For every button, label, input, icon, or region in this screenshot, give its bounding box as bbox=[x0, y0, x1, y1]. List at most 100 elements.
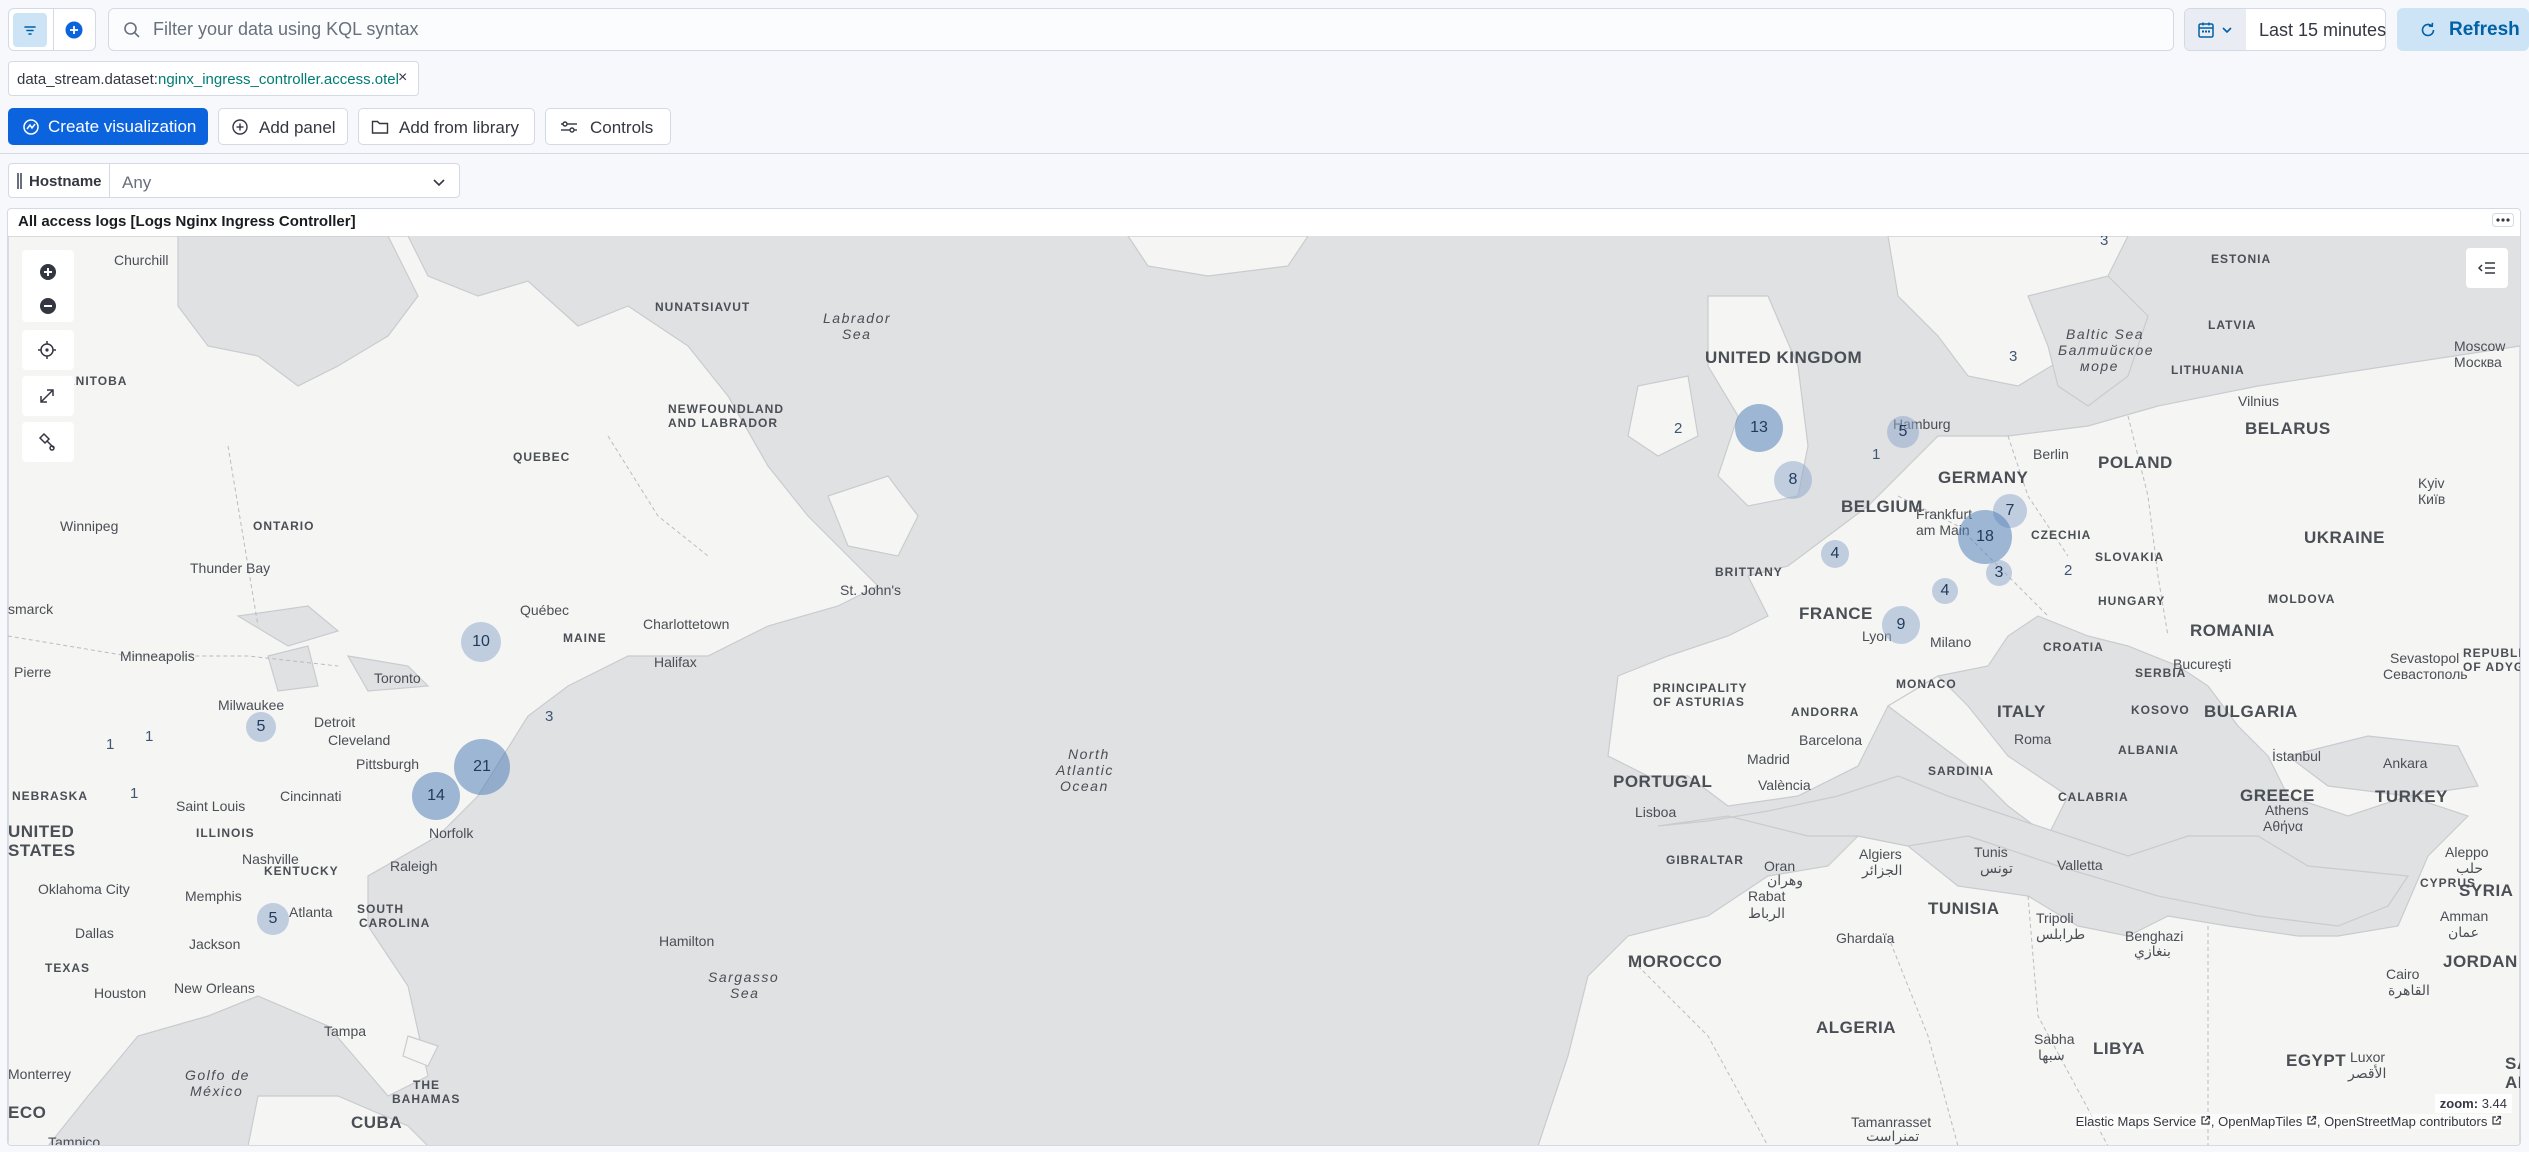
draw-tool-button[interactable] bbox=[22, 422, 74, 462]
external-link-icon bbox=[2492, 1115, 2502, 1125]
add-panel-button[interactable]: Add panel bbox=[218, 108, 348, 145]
quick-select-button[interactable] bbox=[2185, 9, 2246, 50]
map-label: Halifax bbox=[654, 654, 697, 670]
cluster-marker[interactable]: 3 bbox=[545, 708, 553, 725]
filter-actions-group bbox=[8, 8, 96, 51]
map-label: JORDAN bbox=[2443, 952, 2518, 971]
visualize-icon bbox=[23, 119, 39, 135]
zoom-value: 3.44 bbox=[2481, 1096, 2507, 1111]
map-label: Sabha bbox=[2034, 1031, 2075, 1047]
add-from-library-label: Add from library bbox=[399, 118, 519, 137]
map-label: Roma bbox=[2014, 731, 2052, 747]
map-attribution: Elastic Maps Service , OpenMapTiles , Op… bbox=[2075, 1114, 2502, 1129]
map-label: SARDINIA bbox=[1928, 764, 1995, 778]
map-label: PRINCIPALITY bbox=[1653, 681, 1748, 695]
cluster-marker[interactable]: 3 bbox=[1986, 560, 2012, 586]
hostname-select[interactable]: Any bbox=[109, 164, 459, 197]
cluster-marker[interactable]: 9 bbox=[1882, 606, 1920, 644]
map-label: Αθήνα bbox=[2263, 818, 2304, 834]
map-label: Cairo bbox=[2386, 966, 2420, 982]
refresh-button[interactable]: Refresh bbox=[2397, 8, 2529, 51]
map-label: Charlottetown bbox=[643, 616, 730, 632]
attribution-link[interactable]: OpenMapTiles bbox=[2218, 1114, 2302, 1129]
map-label: MAINE bbox=[563, 631, 607, 645]
map-label: Hamilton bbox=[659, 933, 715, 949]
map-label: Vilnius bbox=[2238, 393, 2279, 409]
filter-menu-button[interactable] bbox=[13, 13, 47, 47]
cluster-marker[interactable]: 3 bbox=[2100, 236, 2108, 249]
hostname-control-label: Hostname bbox=[29, 173, 102, 190]
controls-label: Controls bbox=[590, 118, 654, 137]
draw-icon bbox=[38, 432, 55, 451]
fullscreen-button[interactable] bbox=[22, 376, 74, 416]
map-label: UNITED bbox=[8, 822, 75, 841]
map-canvas[interactable]: NUNATSIAVUT NEWFOUNDLAND AND LABRADOR QU… bbox=[8, 236, 2520, 1145]
map-label: BULGARIA bbox=[2204, 702, 2298, 721]
map-label: OF ASTURIAS bbox=[1653, 695, 1745, 709]
filter-icon bbox=[24, 26, 36, 35]
map-label: CZECHIA bbox=[2031, 528, 2092, 542]
add-from-library-button[interactable]: Add from library bbox=[358, 108, 535, 145]
cluster-marker[interactable]: 1 bbox=[145, 728, 153, 745]
map-label: smarck bbox=[8, 601, 54, 617]
attribution-link[interactable]: Elastic Maps Service bbox=[2076, 1114, 2197, 1129]
map-label: Tampa bbox=[324, 1023, 367, 1039]
map-label: تمنراست bbox=[1866, 1128, 1920, 1144]
add-filter-button[interactable] bbox=[57, 13, 91, 47]
cluster-marker[interactable]: 4 bbox=[1821, 540, 1849, 568]
map-label: Москва bbox=[2454, 354, 2502, 370]
map-label: Pittsburgh bbox=[356, 756, 420, 772]
cluster-marker[interactable]: 5 bbox=[257, 903, 289, 935]
date-range-label[interactable]: Last 15 minutes bbox=[2259, 20, 2386, 41]
cluster-marker[interactable]: 10 bbox=[461, 622, 501, 662]
map-label: BRITTANY bbox=[1715, 565, 1783, 579]
cluster-marker[interactable]: 3 bbox=[2009, 348, 2017, 365]
map-label: València bbox=[1758, 777, 1811, 793]
fit-to-data-button[interactable] bbox=[22, 330, 74, 370]
query-bar: Last 15 minutes Refresh bbox=[8, 8, 2529, 51]
cluster-marker[interactable]: 1 bbox=[130, 785, 138, 802]
cluster-marker[interactable]: 14 bbox=[412, 772, 460, 820]
filter-field: data_stream.dataset: bbox=[17, 71, 158, 88]
attribution-link[interactable]: OpenStreetMap contributors bbox=[2324, 1114, 2487, 1129]
map-label: ALBANIA bbox=[2118, 743, 2179, 757]
cluster-marker[interactable]: 21 bbox=[454, 739, 510, 795]
close-icon[interactable]: × bbox=[398, 69, 407, 87]
cluster-marker[interactable]: 1 bbox=[1872, 446, 1880, 463]
folder-icon bbox=[371, 120, 389, 134]
map-label: FRANCE bbox=[1799, 604, 1873, 623]
cluster-marker[interactable]: 1 bbox=[106, 736, 114, 753]
chevron-down-icon bbox=[433, 179, 445, 187]
map-label: St. John's bbox=[840, 582, 902, 598]
map-label: Sea bbox=[842, 326, 872, 342]
date-picker: Last 15 minutes bbox=[2184, 8, 2386, 51]
filter-pill[interactable]: data_stream.dataset: nginx_ingress_contr… bbox=[8, 61, 419, 96]
map-label: Dallas bbox=[75, 925, 114, 941]
cluster-marker[interactable]: 2 bbox=[2064, 562, 2072, 579]
map-label: HUNGARY bbox=[2098, 594, 2166, 608]
map-label: NUNATSIAVUT bbox=[655, 300, 751, 314]
create-visualization-button[interactable]: Create visualization bbox=[8, 108, 208, 145]
zoom-out-icon[interactable] bbox=[38, 296, 58, 316]
layer-control-toggle[interactable] bbox=[2466, 248, 2508, 288]
cluster-marker[interactable]: 13 bbox=[1735, 404, 1783, 452]
filter-value: nginx_ingress_controller.access.otel bbox=[158, 71, 399, 88]
cluster-marker[interactable]: 5 bbox=[246, 712, 276, 742]
map-label: Sevastopol bbox=[2390, 650, 2460, 666]
map-label: TURKEY bbox=[2375, 787, 2448, 806]
map-label: UKRAINE bbox=[2304, 528, 2385, 547]
map-label: ANDORRA bbox=[1791, 705, 1860, 719]
map-label: Jackson bbox=[189, 936, 241, 952]
zoom-in-icon[interactable] bbox=[38, 262, 58, 282]
grip-icon[interactable] bbox=[17, 173, 22, 189]
cluster-marker[interactable]: 8 bbox=[1774, 461, 1812, 499]
cluster-marker[interactable]: 18 bbox=[1958, 510, 2012, 564]
controls-button[interactable]: Controls bbox=[545, 108, 671, 145]
cluster-marker[interactable]: 2 bbox=[1674, 420, 1682, 437]
menu-dots-icon[interactable] bbox=[2492, 213, 2514, 227]
map-label: Saint Louis bbox=[176, 798, 246, 814]
kql-search-input[interactable] bbox=[153, 9, 2053, 50]
map-label: Amman bbox=[2440, 908, 2489, 924]
cluster-marker[interactable]: 5 bbox=[1887, 416, 1919, 448]
cluster-marker[interactable]: 4 bbox=[1932, 578, 1958, 604]
